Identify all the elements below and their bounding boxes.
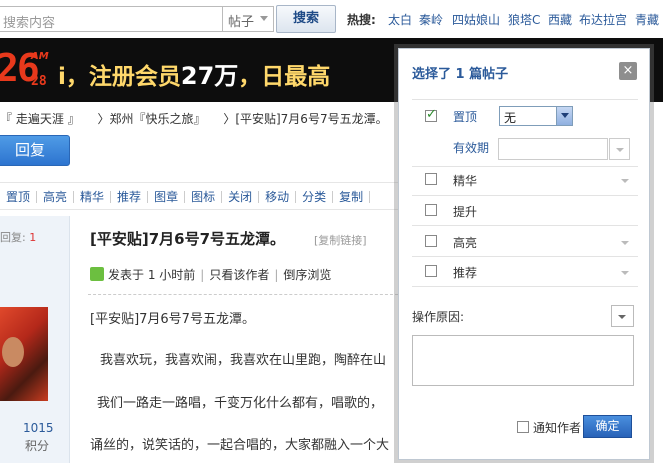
- banner-text-prefix: i，注册会员: [58, 64, 181, 90]
- search-button[interactable]: 搜索: [276, 5, 336, 33]
- option-label: 推荐: [453, 266, 478, 280]
- toolbar-item[interactable]: 高亮: [37, 191, 75, 203]
- banner-text-suffix: ，日最高: [238, 64, 331, 90]
- breadcrumb-item[interactable]: 〉[平安贴]7月6号7号五龙潭。: [223, 112, 387, 126]
- toolbar-item[interactable]: 复制: [333, 191, 371, 203]
- option-checkbox-highlight[interactable]: [425, 235, 437, 247]
- sticky-level-select[interactable]: 无: [499, 106, 573, 126]
- toolbar-item[interactable]: 移动: [259, 191, 297, 203]
- reason-textarea[interactable]: [412, 335, 634, 386]
- toolbar-item[interactable]: 置顶: [0, 191, 38, 203]
- reply-count-label: 回复:: [0, 231, 26, 244]
- reverse-view-link[interactable]: 倒序浏览: [283, 268, 331, 282]
- toolbar-item[interactable]: 精华: [74, 191, 112, 203]
- post-line: 我喜欢玩，我喜欢闹，我喜欢在山里跑，陶醉在山: [100, 353, 387, 368]
- option-checkbox-digest[interactable]: [425, 173, 437, 185]
- option-label: 提升: [453, 205, 478, 219]
- hot-link[interactable]: 布达拉宫: [579, 11, 627, 28]
- clock-minutes: 28: [31, 74, 47, 89]
- reply-count: 回复: 1: [0, 229, 36, 245]
- toolbar-item[interactable]: 图章: [148, 191, 186, 203]
- option-checkbox-sticky[interactable]: [425, 107, 437, 122]
- hot-link[interactable]: 青藏: [635, 11, 659, 28]
- content-divider: [88, 294, 398, 295]
- post-line: [平安贴]7月6号7号五龙潭。: [90, 312, 255, 327]
- points-label: 积分: [25, 439, 50, 453]
- posted-time: 1 小时前: [147, 268, 196, 282]
- hot-link[interactable]: 秦岭: [419, 11, 443, 28]
- option-checkbox-recommend[interactable]: [425, 265, 437, 277]
- toolbar-item[interactable]: 关闭: [222, 191, 260, 203]
- post-line: 诵丝的，说笑话的，一起合唱的，大家都融入一个大: [90, 438, 390, 453]
- reason-preset-select[interactable]: [611, 305, 634, 327]
- toolbar-item[interactable]: 推荐: [111, 191, 149, 203]
- divider: [412, 195, 638, 196]
- search-type-select[interactable]: 帖子: [222, 6, 274, 32]
- breadcrumb: 『 走遍天涯 』 〉郑州『快乐之旅』 〉[平安贴]7月6号7号五龙潭。: [0, 110, 402, 127]
- post-meta: 发表于 1 小时前 | 只看该作者 | 倒序浏览: [90, 266, 331, 283]
- divider: [412, 99, 638, 100]
- divider: [412, 225, 638, 226]
- chevron-down-icon: [260, 16, 268, 21]
- valid-period-input[interactable]: [498, 138, 608, 160]
- breadcrumb-item[interactable]: 『 走遍天涯 』: [0, 112, 80, 126]
- divider: |: [200, 268, 205, 282]
- reason-label: 操作原因:: [412, 310, 465, 324]
- user-icon: [90, 267, 104, 281]
- chevron-down-icon: [556, 107, 572, 125]
- option-label: 高亮: [453, 236, 478, 250]
- points-value[interactable]: 1015: [23, 421, 54, 435]
- moderation-toolbar: 置顶 高亮 精华 推荐 图章 图标 关闭 移动 分类 复制: [0, 182, 420, 210]
- option-checkbox-bump[interactable]: [425, 204, 437, 216]
- search-type-label: 帖子: [228, 15, 255, 30]
- chevron-down-icon: [618, 315, 626, 319]
- notify-author-label: 通知作者: [533, 421, 582, 435]
- copy-link[interactable]: [复制链接]: [314, 232, 367, 248]
- chevron-down-icon[interactable]: [621, 271, 629, 275]
- hot-link[interactable]: 狼塔C: [508, 11, 540, 28]
- confirm-button[interactable]: 确定: [583, 415, 632, 438]
- dialog-title: 选择了 1 篇帖子: [412, 67, 509, 82]
- chevron-down-icon: [616, 148, 624, 152]
- option-label: 置顶: [453, 110, 478, 124]
- breadcrumb-item[interactable]: 〉郑州『快乐之旅』: [97, 112, 205, 126]
- post-line: 我们一路走一路唱，千变万化什么都有，唱歌的，: [97, 396, 384, 411]
- reply-count-value: 1: [29, 231, 37, 244]
- divider: [412, 256, 638, 257]
- valid-period-label: 有效期: [453, 141, 490, 155]
- toolbar-item[interactable]: 分类: [296, 191, 334, 203]
- chevron-down-icon[interactable]: [621, 179, 629, 183]
- hot-link[interactable]: 四姑娘山: [452, 11, 500, 28]
- avatar-face: [2, 337, 24, 367]
- divider: [412, 166, 638, 167]
- search-input[interactable]: 搜索内容: [0, 6, 223, 32]
- post-title: [平安贴]7月6号7号五龙潭。: [90, 230, 286, 248]
- option-label: 精华: [453, 174, 478, 188]
- hot-link[interactable]: 太白: [388, 11, 412, 28]
- close-icon[interactable]: ×: [619, 62, 637, 80]
- notify-author-checkbox[interactable]: [517, 421, 529, 433]
- reply-button[interactable]: 回复: [0, 135, 70, 166]
- toolbar-item[interactable]: 图标: [185, 191, 223, 203]
- hot-link[interactable]: 西藏: [548, 11, 572, 28]
- only-author-link[interactable]: 只看该作者: [209, 268, 269, 282]
- avatar[interactable]: [0, 307, 48, 401]
- search-bar: 搜索内容 帖子 搜索 热搜: 太白 秦岭 四姑娘山 狼塔C 西藏 布达拉宫 青藏: [0, 0, 663, 38]
- divider: |: [274, 268, 279, 282]
- hot-search-label: 热搜:: [347, 13, 376, 27]
- valid-period-dropdown[interactable]: [609, 138, 630, 160]
- divider: [412, 286, 638, 287]
- banner-text: i，注册会员27万，日最高: [58, 56, 330, 91]
- banner-member-count: 27万: [180, 62, 239, 90]
- moderation-dialog: 选择了 1 篇帖子 × 置顶 无 有效期 精华 提升 高亮 推荐 操作原因: 通…: [398, 48, 650, 460]
- chevron-down-icon[interactable]: [621, 241, 629, 245]
- sticky-level-value: 无: [504, 111, 517, 125]
- clock-am: AM: [31, 51, 49, 62]
- posted-label: 发表于: [108, 268, 145, 282]
